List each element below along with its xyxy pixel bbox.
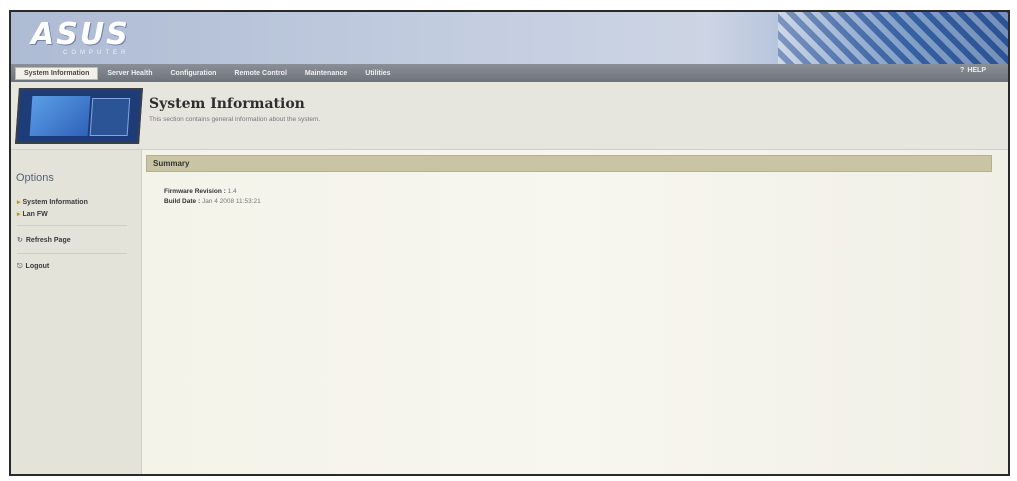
- sidebar-item-lan-fw[interactable]: ▸ Lan FW: [17, 210, 48, 218]
- info-row-firmware: Firmware Revision : 1.4: [164, 188, 237, 195]
- logo-subtitle: COMPUTER: [63, 50, 130, 56]
- info-row-build-date: Build Date : Jan 4 2008 11:53:21: [164, 198, 261, 205]
- logout-icon: ⎋: [17, 263, 23, 270]
- main-content: Summary Firmware Revision : 1.4 Build Da…: [142, 150, 1008, 474]
- browser-frame: ASUS COMPUTER System Information Server …: [9, 10, 1010, 476]
- info-label: Firmware Revision :: [164, 188, 226, 195]
- server-thumbnail-image: [15, 88, 143, 144]
- sidebar-item-label: System Information: [22, 199, 88, 206]
- asus-logo: ASUS: [31, 17, 130, 52]
- menu-remote-control[interactable]: Remote Control: [225, 67, 296, 80]
- menu-configuration[interactable]: Configuration: [162, 67, 226, 80]
- help-link[interactable]: ? HELP: [960, 67, 986, 74]
- info-value: 1.4: [227, 188, 237, 195]
- info-label: Build Date :: [164, 198, 201, 205]
- help-label: HELP: [967, 67, 986, 74]
- sidebar-divider: [17, 253, 127, 254]
- banner-graphic: [778, 12, 1008, 64]
- menu-system-information[interactable]: System Information: [15, 66, 99, 80]
- top-menu: System Information Server Health Configu…: [11, 64, 1008, 82]
- sidebar-item-system-information[interactable]: ▸ System Information: [17, 198, 88, 206]
- page-title: System Information: [149, 96, 305, 112]
- sidebar-item-label: Lan FW: [22, 211, 48, 218]
- sidebar-item-label: Refresh Page: [25, 237, 71, 244]
- menu-server-health[interactable]: Server Health: [98, 67, 161, 80]
- info-value: Jan 4 2008 11:53:21: [201, 198, 261, 205]
- arrow-icon: ▸: [17, 199, 21, 206]
- sidebar-title: Options: [16, 172, 54, 184]
- menu-maintenance[interactable]: Maintenance: [296, 67, 356, 80]
- refresh-icon: ↻: [17, 237, 23, 244]
- help-icon: ?: [960, 67, 965, 74]
- page-description: This section contains general informatio…: [149, 116, 321, 123]
- sidebar-divider: [17, 225, 127, 226]
- summary-heading: Summary: [146, 155, 992, 172]
- arrow-icon: ▸: [17, 211, 21, 218]
- sidebar: Options ▸ System Information ▸ Lan FW ↻ Ref…: [11, 150, 142, 474]
- header-banner: ASUS COMPUTER: [11, 12, 1008, 64]
- sidebar-item-label: Logout: [25, 263, 50, 270]
- sidebar-item-refresh-page[interactable]: ↻ Refresh Page: [17, 236, 71, 244]
- sidebar-item-logout[interactable]: ⎋ Logout: [17, 263, 49, 271]
- page-header: System Information This section contains…: [11, 82, 1008, 150]
- menu-utilities[interactable]: Utilities: [356, 67, 399, 80]
